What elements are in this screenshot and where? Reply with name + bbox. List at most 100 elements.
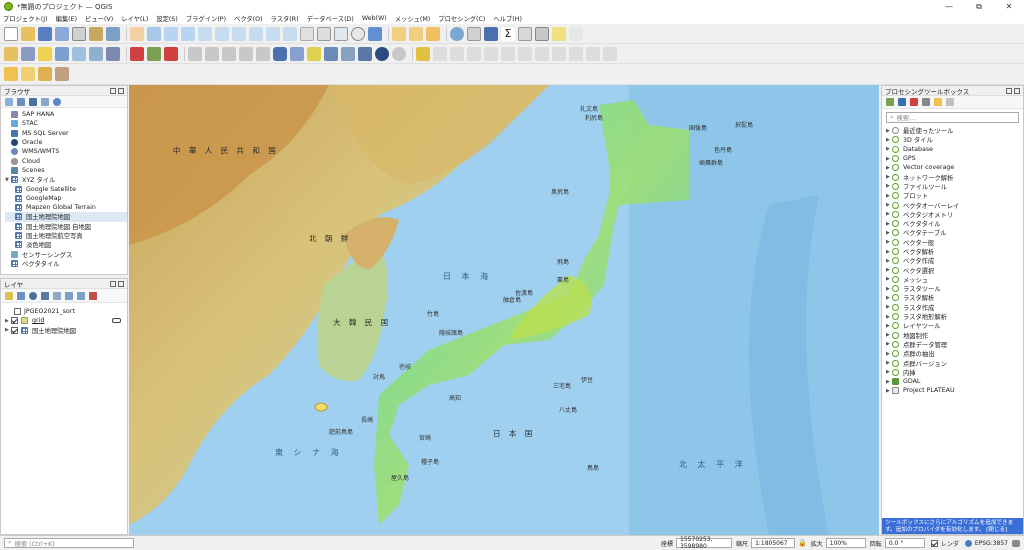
toggle-editing-icon[interactable]	[433, 46, 447, 61]
toolbox-item[interactable]: ▶ ベクタ作成	[886, 256, 1023, 265]
decoration-icon[interactable]	[569, 26, 583, 41]
copy-feature-icon[interactable]	[552, 46, 566, 61]
render-checkbox[interactable]	[930, 539, 938, 547]
new-project-icon[interactable]	[4, 26, 18, 41]
float-icon[interactable]	[110, 280, 116, 287]
open-project-icon[interactable]	[21, 26, 35, 41]
magnify-field[interactable]: 100%	[825, 538, 866, 548]
undo-icon[interactable]	[586, 46, 600, 61]
vertex-tool-icon[interactable]	[484, 46, 498, 61]
layer-visibility-checkbox[interactable]	[14, 308, 21, 316]
models-icon[interactable]	[886, 98, 894, 106]
toolbox-item[interactable]: ▶ Vector coverage	[886, 163, 1023, 172]
redo-icon[interactable]	[603, 46, 617, 61]
new-virtual-layer-icon[interactable]	[72, 46, 86, 61]
options-wrench-icon[interactable]	[946, 98, 954, 106]
collapse-icon[interactable]	[41, 97, 49, 106]
crs-button[interactable]: EPSG:3857	[975, 540, 1008, 547]
style-icon[interactable]	[5, 291, 13, 300]
toolbox-item[interactable]: ▶ プロット	[886, 191, 1023, 200]
filter-icon[interactable]	[29, 97, 37, 106]
browser-item[interactable]: Oracle	[5, 138, 127, 147]
map-canvas[interactable]: 中 華 人 民 共 和 国 北 朝 鮮 大 韓 民 国 日 本 海 東 シ ナ …	[129, 85, 879, 535]
save-as-icon[interactable]	[55, 26, 69, 41]
collapse-all-icon[interactable]	[77, 291, 85, 300]
toolbox-item[interactable]: ▶ メッシュ	[886, 275, 1023, 284]
add-vector-tile-icon[interactable]	[341, 46, 355, 61]
zoom-full-icon[interactable]	[198, 26, 212, 41]
browser-item[interactable]: 国土地理院地図 自地図	[5, 222, 127, 231]
zoom-selection-icon[interactable]	[215, 26, 229, 41]
scripts-icon[interactable]	[898, 98, 906, 106]
toolbox-item[interactable]: ▶ ラスタ解析	[886, 293, 1023, 302]
toolbox-item[interactable]: ▶ 3D タイル	[886, 135, 1023, 144]
layout-manager-icon[interactable]	[89, 26, 103, 41]
close-icon[interactable]	[118, 280, 124, 287]
toolbox-item[interactable]: ▶ 点群の抽出	[886, 349, 1023, 358]
browser-item[interactable]: ベクタタイル	[5, 259, 127, 268]
save-edits-icon[interactable]	[450, 46, 464, 61]
new-map-view-icon[interactable]	[300, 26, 314, 41]
refresh-icon[interactable]	[17, 97, 25, 106]
python-console-icon[interactable]	[55, 67, 69, 81]
messages-icon[interactable]	[1012, 539, 1020, 547]
new-spatialite-icon[interactable]	[55, 46, 69, 61]
filter-legend-icon[interactable]	[41, 291, 49, 300]
toolbox-item[interactable]: ▶ Database	[886, 145, 1023, 154]
restore-button[interactable]: ⧉	[964, 0, 994, 13]
open-attribute-table-icon[interactable]	[467, 26, 481, 41]
layer-item-grid[interactable]: ▶ grid	[5, 316, 127, 325]
toolbox-item[interactable]: ▶ ベクタ選択	[886, 265, 1023, 275]
add-database-icon[interactable]	[273, 46, 287, 61]
add-wms-icon[interactable]	[188, 46, 202, 61]
browser-item-xyz[interactable]: ▼ XYZ タイル	[5, 175, 127, 184]
add-arcgis-icon[interactable]	[256, 46, 270, 61]
expand-all-icon[interactable]	[65, 291, 73, 300]
modify-attributes-icon[interactable]	[501, 46, 515, 61]
add-xyz-icon[interactable]	[239, 46, 253, 61]
measure-icon[interactable]	[518, 26, 532, 41]
save-project-icon[interactable]	[38, 26, 52, 41]
browser-item[interactable]: GoogleMap	[5, 194, 127, 203]
toolbox-item[interactable]: ▶ 点群データ管理	[886, 340, 1023, 349]
toolbox-item[interactable]: ▶ ベクタオーバーレイ	[886, 200, 1023, 210]
statistics-sigma-icon[interactable]: Σ	[501, 26, 515, 41]
browser-item[interactable]: Google Satellite	[5, 184, 127, 193]
add-oracle-icon[interactable]	[324, 46, 338, 61]
float-icon[interactable]	[110, 87, 116, 94]
toolbox-notice[interactable]: ツールボックスにさらにアルゴリズムを追加できます。追加のプロバイダを有効化します…	[882, 518, 1023, 534]
close-icon[interactable]	[118, 87, 124, 94]
select-by-value-icon[interactable]	[409, 26, 423, 41]
zoom-next-icon[interactable]	[283, 26, 297, 41]
visibility-icon[interactable]	[29, 291, 37, 300]
toolbox-item[interactable]: ▶ ラスタ地形解析	[886, 312, 1023, 321]
menu-raster[interactable]: ラスタ(R)	[271, 14, 299, 23]
style-manager-icon[interactable]	[106, 26, 120, 41]
toolbox-search-input[interactable]: ⌕ 検索...	[886, 112, 1019, 123]
refresh-icon[interactable]	[368, 26, 382, 41]
new-mesh-icon[interactable]	[106, 46, 120, 61]
locator-search-input[interactable]: ⌕ 検索 (Ctrl+K)	[4, 538, 134, 548]
browser-item[interactable]: 淡色地図	[5, 240, 127, 249]
rotation-field[interactable]: 0.0 °	[884, 538, 925, 548]
new-3d-view-icon[interactable]	[317, 26, 331, 41]
deselect-icon[interactable]	[426, 26, 440, 41]
new-shapefile-icon[interactable]	[38, 46, 52, 61]
paste-feature-icon[interactable]	[569, 46, 583, 61]
map-tips-icon[interactable]	[535, 26, 549, 41]
toolbox-item[interactable]: ▶ ラスタツール	[886, 284, 1023, 293]
zoom-layer-icon[interactable]	[232, 26, 246, 41]
menu-view[interactable]: ビュー(V)	[85, 14, 113, 23]
menu-layer[interactable]: レイヤ(L)	[121, 14, 148, 23]
toolbox-item[interactable]: ▶ 点群バージョン	[886, 358, 1023, 368]
toolbox-item[interactable]: ▶ ベクタ解析	[886, 247, 1023, 256]
menu-processing[interactable]: プロセシング(C)	[438, 14, 485, 23]
menu-vector[interactable]: ベクタ(O)	[234, 14, 263, 23]
new-geopackage-icon[interactable]	[21, 46, 35, 61]
menu-settings[interactable]: 設定(S)	[156, 14, 178, 23]
browser-item[interactable]: Scenes	[5, 166, 127, 175]
add-wfs-icon[interactable]	[205, 46, 219, 61]
history-icon[interactable]	[910, 98, 918, 106]
add-delimited-icon[interactable]	[164, 46, 178, 61]
toolbox-item[interactable]: ▶ ベクタジオメトリ	[886, 210, 1023, 219]
